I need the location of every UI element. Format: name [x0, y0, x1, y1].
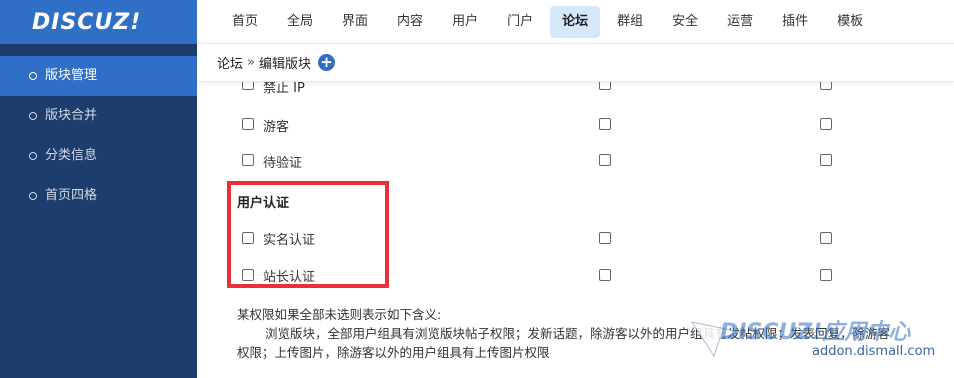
nav-operations[interactable]: 运营 — [715, 6, 765, 38]
plus-icon[interactable]: + — [318, 54, 335, 71]
top-bar: DISCUZ! 首页 全局 界面 内容 用户 门户 论坛 群组 安全 运营 插件… — [0, 0, 954, 44]
row-checkbox[interactable] — [242, 82, 254, 90]
row-label: 待验证 — [263, 156, 303, 171]
nav-global[interactable]: 全局 — [275, 6, 325, 38]
sidebar-item-home-grid[interactable]: 首页四格 — [0, 176, 197, 216]
permission-checkbox[interactable] — [820, 232, 832, 244]
breadcrumb-current: 编辑版块 — [258, 57, 311, 72]
permission-checkbox[interactable] — [820, 118, 832, 130]
nav-content[interactable]: 内容 — [385, 6, 435, 38]
permission-checkbox[interactable] — [599, 118, 611, 130]
nav-interface[interactable]: 界面 — [330, 6, 380, 38]
permission-row-guest: 游客 — [197, 115, 954, 135]
row-checkbox[interactable] — [242, 154, 254, 166]
logo-text: DISCUZ! — [32, 9, 142, 35]
permission-checkbox[interactable] — [820, 154, 832, 166]
row-label: 禁止 IP — [263, 82, 305, 96]
nav-portal[interactable]: 门户 — [495, 6, 545, 38]
nav-users[interactable]: 用户 — [440, 6, 490, 38]
permission-checkbox[interactable] — [599, 154, 611, 166]
row-label: 游客 — [263, 120, 290, 135]
breadcrumb-root[interactable]: 论坛 — [217, 53, 243, 72]
sidebar: 版块管理 版块合并 分类信息 首页四格 — [0, 44, 197, 378]
nav-groups[interactable]: 群组 — [605, 6, 655, 38]
watermark: DISCUZ!应用中心 addon.dismall.com — [690, 310, 950, 370]
permission-row-banned-ip: 禁止 IP — [197, 82, 954, 96]
top-nav: 首页 全局 界面 内容 用户 门户 论坛 群组 安全 运营 插件 模板 — [220, 6, 880, 38]
permission-row-pending: 待验证 — [197, 151, 954, 171]
permission-checkbox[interactable] — [820, 82, 832, 90]
nav-plugins[interactable]: 插件 — [770, 6, 820, 38]
nav-forum[interactable]: 论坛 — [550, 6, 601, 38]
breadcrumb-separator: » — [247, 55, 255, 70]
sidebar-item-forum-merge[interactable]: 版块合并 — [0, 96, 197, 136]
sidebar-item-thread-types[interactable]: 分类信息 — [0, 136, 197, 176]
discuz-logo[interactable]: DISCUZ! — [0, 0, 197, 44]
permission-checkbox[interactable] — [599, 232, 611, 244]
nav-home[interactable]: 首页 — [220, 6, 270, 38]
breadcrumb: 论坛 » 编辑版块 + — [197, 44, 954, 82]
watermark-logo: DISCUZ!应用中心 — [720, 320, 911, 345]
sidebar-item-forum-manage[interactable]: 版块管理 — [0, 56, 197, 96]
permission-checkbox[interactable] — [820, 269, 832, 281]
nav-security[interactable]: 安全 — [660, 6, 710, 38]
highlight-box — [227, 181, 389, 288]
watermark-url: addon.dismall.com — [812, 344, 936, 359]
permission-checkbox[interactable] — [599, 269, 611, 281]
nav-templates[interactable]: 模板 — [825, 6, 875, 38]
row-checkbox[interactable] — [242, 118, 254, 130]
permission-checkbox[interactable] — [599, 82, 611, 90]
